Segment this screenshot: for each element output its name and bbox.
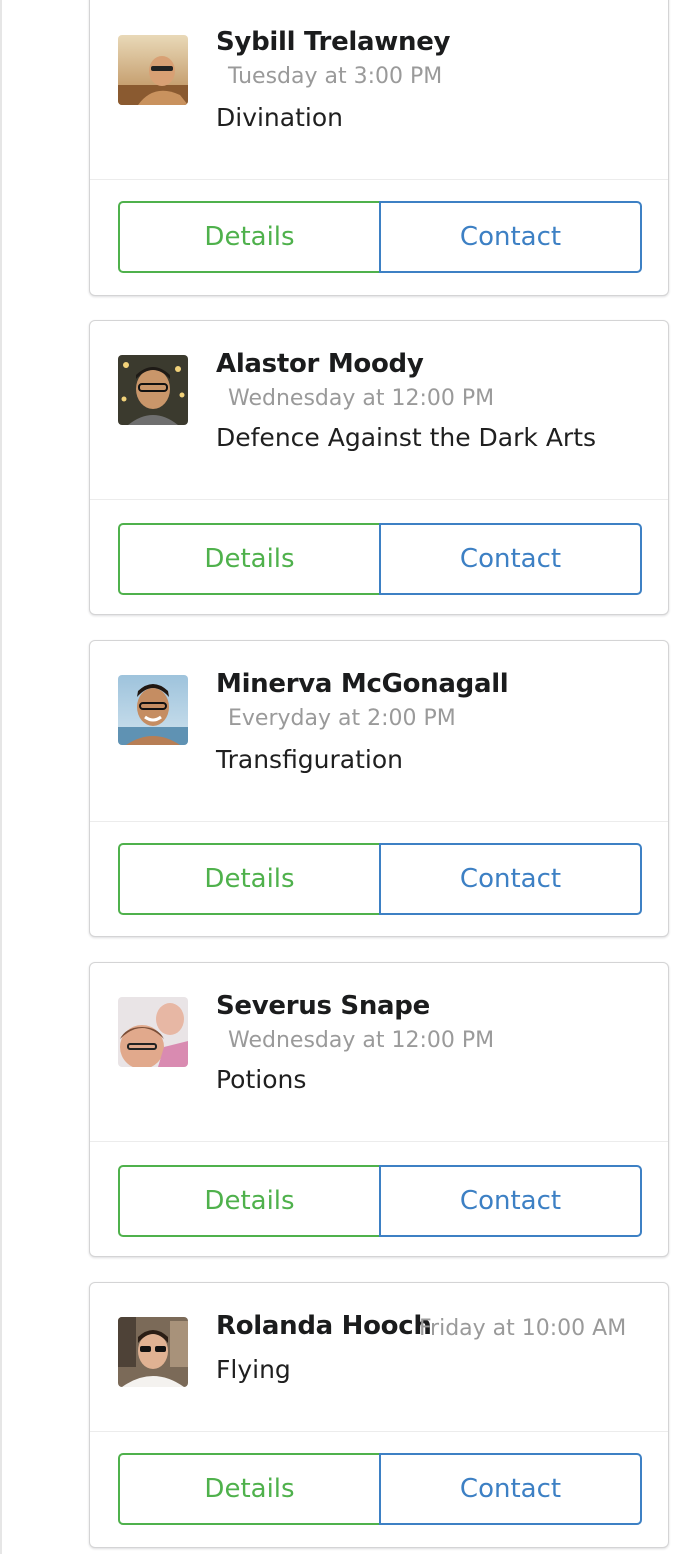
- subject-label: Flying: [216, 1355, 291, 1384]
- avatar: [118, 1317, 188, 1387]
- avatar: [118, 35, 188, 105]
- professor-card: Severus Snape Wednesday at 12:00 PM Poti…: [89, 962, 669, 1257]
- avatar: [118, 675, 188, 745]
- card-divider: [90, 1431, 668, 1432]
- professor-card: Rolanda Hooch Friday at 10:00 AM Flying …: [89, 1282, 669, 1548]
- details-button[interactable]: Details: [118, 843, 381, 915]
- contact-button[interactable]: Contact: [379, 201, 642, 273]
- card-actions: Details Contact: [118, 201, 642, 273]
- details-button[interactable]: Details: [118, 1165, 381, 1237]
- avatar-photo-icon: [118, 997, 188, 1067]
- contact-button[interactable]: Contact: [379, 1165, 642, 1237]
- avatar: [118, 355, 188, 425]
- avatar-photo-icon: [118, 355, 188, 425]
- avatar: [118, 997, 188, 1067]
- schedule-time: Friday at 10:00 AM: [419, 1316, 627, 1341]
- schedule-time: Wednesday at 12:00 PM: [228, 1028, 495, 1053]
- subject-label: Defence Against the Dark Arts: [216, 423, 597, 452]
- contact-button[interactable]: Contact: [379, 843, 642, 915]
- professor-name: Severus Snape: [216, 991, 430, 1021]
- avatar-photo-icon: [118, 35, 188, 105]
- professor-name: Alastor Moody: [216, 349, 424, 379]
- card-actions: Details Contact: [118, 1165, 642, 1237]
- professor-card: Alastor Moody Wednesday at 12:00 PM Defe…: [89, 320, 669, 615]
- card-actions: Details Contact: [118, 1453, 642, 1525]
- details-button[interactable]: Details: [118, 201, 381, 273]
- avatar-photo-icon: [118, 675, 188, 745]
- professor-card: Sybill Trelawney Tuesday at 3:00 PM Divi…: [89, 0, 669, 296]
- card-divider: [90, 1141, 668, 1142]
- professor-card: Minerva McGonagall Everyday at 2:00 PM T…: [89, 640, 669, 937]
- subject-label: Potions: [216, 1065, 307, 1094]
- avatar-photo-icon: [118, 1317, 188, 1387]
- details-button[interactable]: Details: [118, 523, 381, 595]
- professor-name: Sybill Trelawney: [216, 27, 451, 57]
- left-border-rule: [0, 0, 2, 1554]
- subject-label: Divination: [216, 103, 343, 132]
- schedule-time: Wednesday at 12:00 PM: [228, 386, 495, 411]
- professor-name: Minerva McGonagall: [216, 669, 509, 699]
- professor-list-page: Sybill Trelawney Tuesday at 3:00 PM Divi…: [0, 0, 684, 1554]
- contact-button[interactable]: Contact: [379, 523, 642, 595]
- card-divider: [90, 179, 668, 180]
- card-actions: Details Contact: [118, 523, 642, 595]
- subject-label: Transfiguration: [216, 745, 404, 774]
- card-divider: [90, 821, 668, 822]
- card-actions: Details Contact: [118, 843, 642, 915]
- schedule-time: Everyday at 2:00 PM: [228, 706, 456, 731]
- professor-name: Rolanda Hooch: [216, 1311, 432, 1341]
- details-button[interactable]: Details: [118, 1453, 381, 1525]
- card-divider: [90, 499, 668, 500]
- contact-button[interactable]: Contact: [379, 1453, 642, 1525]
- schedule-time: Tuesday at 3:00 PM: [228, 64, 443, 89]
